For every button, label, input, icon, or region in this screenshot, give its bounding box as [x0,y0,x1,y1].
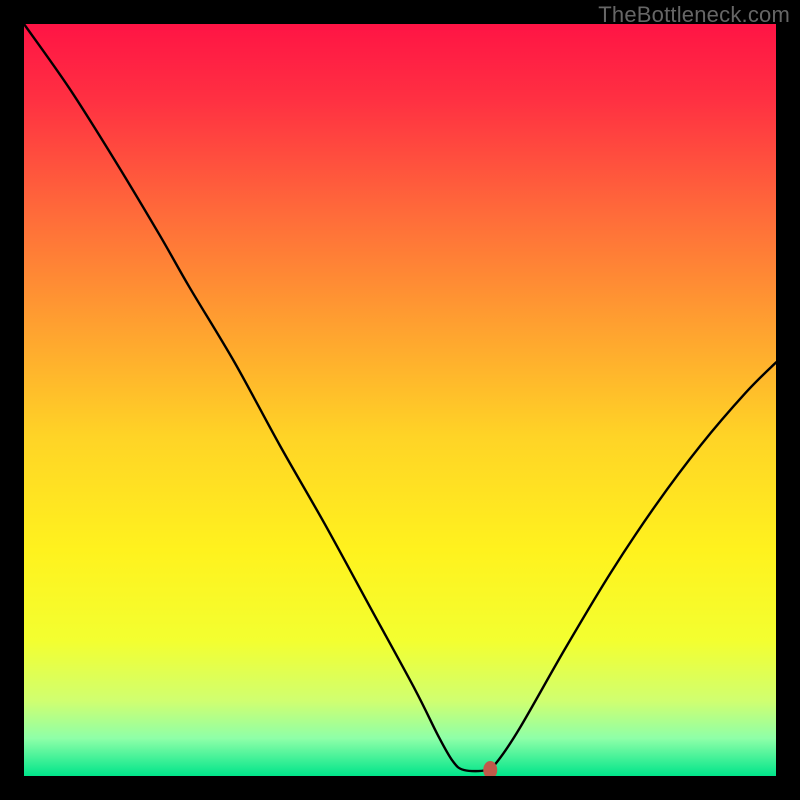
plot-area [24,24,776,776]
chart-frame: TheBottleneck.com [0,0,800,800]
bottleneck-chart [24,24,776,776]
